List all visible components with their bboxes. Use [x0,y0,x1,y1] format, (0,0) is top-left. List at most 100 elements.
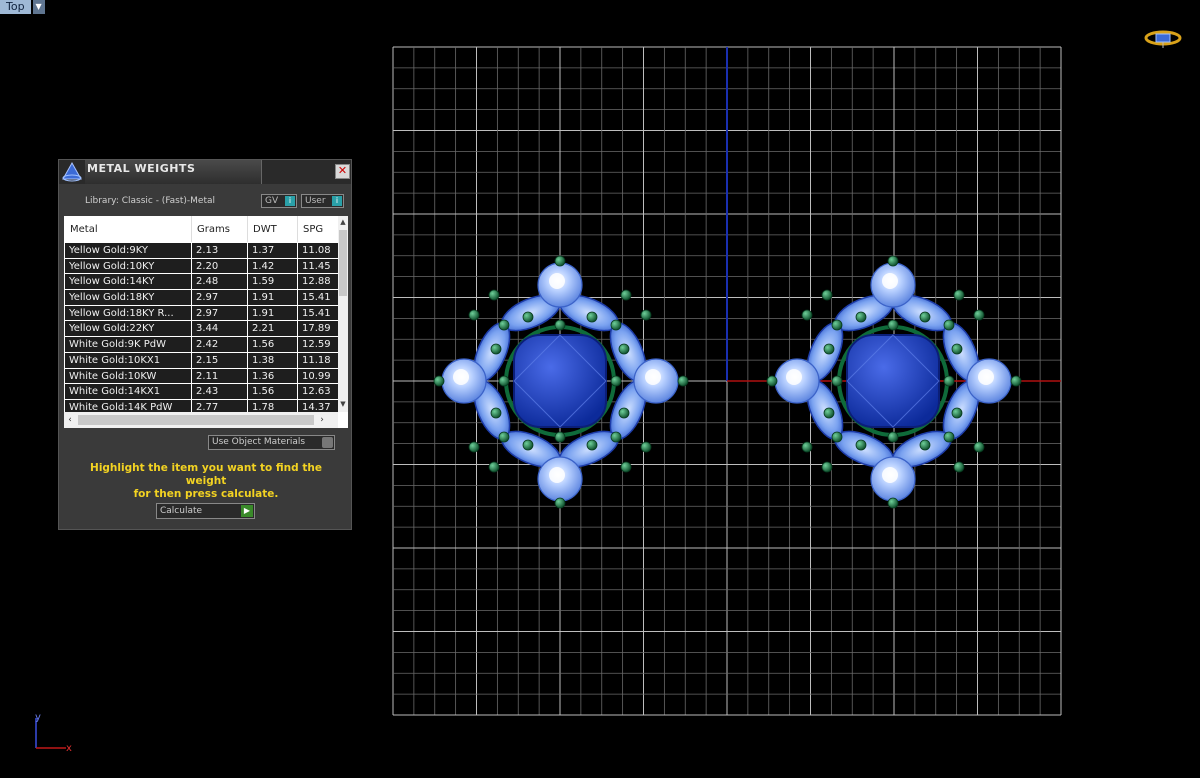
cell-separator [247,305,248,321]
table-row[interactable]: Yellow Gold:18KY R... 2.97 1.91 15.41 [65,305,338,322]
emerald-bead [554,497,566,509]
emerald-bead [640,309,652,321]
axis-x-label: x [66,743,72,752]
emerald-bead [801,309,813,321]
scroll-up-icon[interactable]: ▲ [338,216,348,228]
cell-metal: White Gold:10KX1 [69,354,161,366]
emerald-bead [831,319,843,331]
cell-dwt: 1.56 [252,386,275,398]
cell-separator [247,243,248,258]
emerald-bead [887,431,899,443]
emerald-bead [433,375,445,387]
gv-label: GV [265,196,279,206]
calculate-button[interactable]: Calculate ▶ [156,503,255,519]
table-row[interactable]: Yellow Gold:14KY 2.48 1.59 12.88 [65,274,338,291]
cell-separator [191,290,192,305]
scroll-left-icon[interactable]: ‹ [64,412,76,428]
emerald-bead [610,375,622,387]
cell-separator [191,352,192,368]
cell-separator [247,384,248,399]
cell-separator [297,368,298,384]
cell-spg: 17.89 [302,323,331,335]
col-header-metal[interactable]: Metal [70,224,98,235]
scroll-down-icon[interactable]: ▼ [338,398,348,410]
cell-separator [297,290,298,305]
emerald-bead [887,319,899,331]
cell-metal: Yellow Gold:9KY [69,245,148,256]
col-header-dwt[interactable]: DWT [253,224,277,235]
col-header-spg[interactable]: SPG [303,224,323,235]
table-row[interactable]: White Gold:9K PdW 2.42 1.56 12.59 [65,337,338,353]
cell-separator [297,258,298,274]
stone-highlight [549,273,565,289]
cell-separator [247,368,248,384]
emerald-bead [498,319,510,331]
cell-separator [191,274,192,290]
scroll-right-icon[interactable]: › [316,412,328,428]
stone-highlight [978,369,994,385]
emerald-bead [610,431,622,443]
axis-y-label: y [35,712,41,723]
emerald-bead [468,441,480,453]
emerald-bead [855,311,867,323]
cell-spg: 11.45 [302,260,331,272]
cell-dwt: 1.91 [252,292,275,304]
col-header-grams[interactable]: Grams [197,224,230,235]
gv-info-icon: i [285,196,295,206]
navigation-cube-icon[interactable] [1144,28,1182,50]
cell-separator [297,337,298,352]
table-row[interactable]: Yellow Gold:18KY 2.97 1.91 15.41 [65,290,338,306]
cell-metal: Yellow Gold:18KY R... [69,307,174,319]
emerald-bead [620,461,632,473]
cell-spg: 11.18 [302,354,331,366]
emerald-bead [490,407,502,419]
earring-left[interactable] [433,255,689,509]
cell-dwt: 1.59 [252,276,275,288]
cell-dwt: 1.37 [252,245,275,256]
earring-right[interactable] [766,255,1022,509]
vertical-scroll-thumb[interactable] [339,230,347,296]
table-row[interactable]: Yellow Gold:9KY 2.13 1.37 11.08 [65,243,338,259]
emerald-bead [488,461,500,473]
cell-dwt: 2.21 [252,323,275,335]
horizontal-scrollbar[interactable]: ‹ › [64,412,338,428]
close-icon[interactable]: ✕ [335,164,350,179]
dialog-titlebar[interactable]: METAL WEIGHTS ✕ [59,160,351,184]
emerald-bead [677,375,689,387]
use-object-materials-toggle[interactable]: Use Object Materials [208,435,335,450]
header-separator [297,216,298,242]
user-label: User [305,196,326,206]
cell-grams: 3.44 [196,323,219,335]
user-toggle[interactable]: User i [301,194,344,208]
header-separator [191,216,192,242]
stone-highlight [786,369,802,385]
emerald-bead [887,497,899,509]
dialog-title: METAL WEIGHTS [87,162,196,175]
cell-separator [191,368,192,384]
table-row[interactable]: Yellow Gold:10KY 2.20 1.42 11.45 [65,258,338,275]
horizontal-scroll-thumb[interactable] [78,415,314,425]
table-row[interactable]: White Gold:10KX1 2.15 1.38 11.18 [65,352,338,369]
center-sapphire [846,334,940,428]
table-header: Metal Grams DWT SPG [64,216,338,242]
emerald-bead [640,441,652,453]
table-row[interactable]: White Gold:10KW 2.11 1.36 10.99 [65,368,338,385]
table-row[interactable]: White Gold:14KX1 2.43 1.56 12.63 [65,384,338,400]
table-row[interactable]: Yellow Gold:22KY 3.44 2.21 17.89 [65,321,338,338]
cell-grams: 2.15 [196,354,219,366]
cell-separator [247,258,248,274]
metal-table[interactable]: Metal Grams DWT SPG Yellow Gold:9KY 2.13 1… [64,216,348,428]
emerald-bead [919,311,931,323]
cell-separator [191,384,192,399]
emerald-bead [919,439,931,451]
emerald-bead [823,343,835,355]
cell-metal: Yellow Gold:10KY [69,260,155,272]
vertical-scrollbar[interactable]: ▲ ▼ [338,216,348,412]
emerald-bead [973,309,985,321]
cell-separator [297,274,298,290]
cell-spg: 10.99 [302,370,331,382]
gv-toggle[interactable]: GV i [261,194,297,208]
cell-separator [297,352,298,368]
stone-highlight [549,467,565,483]
play-icon: ▶ [241,505,253,517]
